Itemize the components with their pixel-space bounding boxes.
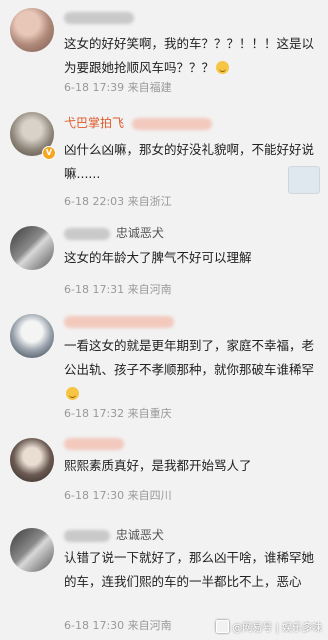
blurred-username-icon (131, 117, 212, 130)
comment-time: 6-18 17:30 (64, 489, 125, 502)
comment-meta: 6-18 17:39 来自福建 (64, 80, 172, 96)
comment-location: 来自重庆 (127, 407, 172, 420)
blurred-username-icon (64, 227, 110, 240)
avatar[interactable] (10, 8, 54, 52)
comment-text: 这女的好好笑啊，我的车？？？！！！这是以为要跟她抢顺风车吗？？？ (64, 36, 315, 75)
avatar[interactable] (10, 438, 54, 482)
avatar[interactable] (10, 226, 54, 270)
comment-item: 一看这女的就是更年期到了，家庭不幸福，老公出轨、孩子不孝顺那种，就你那破车谁稀罕… (0, 308, 328, 428)
comment-text: 这女的年龄大了脾气不好可以理解 (64, 250, 252, 265)
comment-meta: 6-18 17:31 来自河南 (64, 282, 172, 298)
avatar[interactable] (10, 528, 54, 572)
comment-text: 一看这女的就是更年期到了，家庭不幸福，老公出轨、孩子不孝顺那种，就你那破车谁稀罕 (64, 334, 318, 406)
comment-text: 凶什么凶嘛，那女的好没礼貌啊，不能好好说嘛...... (64, 142, 315, 181)
blurred-username-icon (64, 529, 110, 542)
comment-meta: 6-18 17:30 来自四川 (64, 488, 172, 504)
username[interactable]: 弋巴掌拍飞 (64, 114, 214, 132)
comment-time: 6-18 17:31 (64, 283, 125, 296)
comment-location: 来自福建 (127, 81, 172, 94)
comment-meta: 6-18 17:30 来自河南 (64, 618, 172, 634)
comment-location: 来自河南 (127, 283, 172, 296)
comment-location: 来自浙江 (127, 195, 172, 208)
comment-time: 6-18 17:30 (64, 619, 125, 632)
blurred-username-icon (64, 315, 174, 328)
username[interactable] (64, 434, 126, 452)
username[interactable]: 忠诚恶犬 (64, 526, 164, 544)
comment-time: 6-18 17:32 (64, 407, 125, 420)
comment-meta: 6-18 17:32 来自重庆 (64, 406, 172, 422)
username[interactable]: 忠诚恶犬 (64, 224, 164, 242)
comment-time: 6-18 17:39 (64, 81, 125, 94)
comment-item: V 弋巴掌拍飞 凶什么凶嘛，那女的好没礼貌啊，不能好好说嘛...... 6-18… (0, 104, 328, 216)
laughing-emoji-icon (216, 61, 230, 74)
watermark: @网易号 | 娱乐多味 (216, 620, 322, 636)
comment-item: 这女的好好笑啊，我的车？？？！！！这是以为要跟她抢顺风车吗？？？ 6-18 17… (0, 0, 328, 104)
comment-text: 熙熙素质真好，是我都开始骂人了 (64, 458, 252, 473)
comment-meta: 6-18 22:03 来自浙江 (64, 194, 172, 210)
comment-location: 来自四川 (127, 489, 172, 502)
comment-item: 忠诚恶犬 这女的年龄大了脾气不好可以理解 6-18 17:31 来自河南 (0, 216, 328, 308)
avatar[interactable] (10, 314, 54, 358)
blurred-username-icon (64, 11, 134, 24)
comment-feed: 这女的好好笑啊，我的车？？？！！！这是以为要跟她抢顺风车吗？？？ 6-18 17… (0, 0, 328, 640)
username[interactable] (64, 312, 176, 330)
blurred-username-icon (64, 437, 124, 450)
smile-emoji-icon (66, 387, 79, 400)
image-thumbnail-icon[interactable] (288, 166, 320, 194)
netease-logo-icon (216, 620, 230, 633)
username[interactable] (64, 8, 136, 26)
comment-time: 6-18 22:03 (64, 195, 125, 208)
verified-badge-icon: V (42, 146, 56, 160)
comment-text: 认错了说一下就好了，那么凶干啥，谁稀罕她的车，连我们熙的车的一半都比不上，恶心 (64, 550, 315, 589)
comment-item: 熙熙素质真好，是我都开始骂人了 6-18 17:30 来自四川 (0, 428, 328, 518)
comment-location: 来自河南 (127, 619, 172, 632)
